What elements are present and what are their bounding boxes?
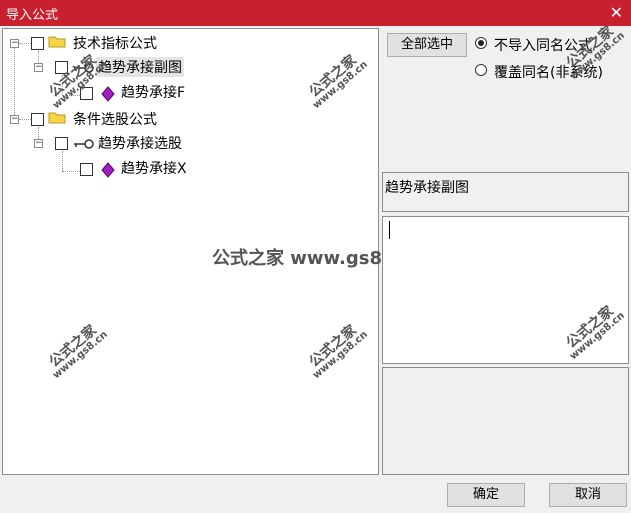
folder-icon [48,36,66,48]
collapse-icon[interactable]: − [34,63,43,72]
key-icon [74,139,94,149]
title-bar: 导入公式 ✕ [0,0,631,26]
tree-guide-line [62,171,80,172]
tree-guide-line [14,43,15,119]
overwrite-same-radio[interactable] [475,64,487,76]
ok-button[interactable]: 确定 [447,483,525,507]
watermark: 公式之家 www.gs8.cn [43,320,110,382]
close-icon[interactable]: ✕ [610,3,623,22]
tree-formula-label[interactable]: 趋势承接选股 [98,133,182,153]
formula-checkbox[interactable] [55,137,68,150]
tree-leaf-label[interactable]: 趋势承接X [121,158,187,178]
watermark: 公式之家 www.gs8.cn [303,50,370,112]
diamond-icon [101,86,115,102]
text-cursor [389,221,390,239]
tree-guide-line [62,151,63,171]
collapse-icon[interactable]: − [10,39,19,48]
collapse-icon[interactable]: − [10,115,19,124]
tree-group-label[interactable]: 技术指标公式 [73,33,157,53]
watermark: 公式之家 www.gs8.cn [43,50,110,112]
tree-leaf-label[interactable]: 趋势承接F [121,82,185,102]
watermark: 公式之家 www.gs8.cn [303,320,370,382]
formula-name-text: 趋势承接副图 [385,180,469,196]
leaf-checkbox[interactable] [80,163,93,176]
group-checkbox[interactable] [31,113,44,126]
window-title: 导入公式 [6,8,59,23]
diamond-icon [101,162,115,178]
group-checkbox[interactable] [31,37,44,50]
collapse-icon[interactable]: − [34,139,43,148]
select-all-button[interactable]: 全部选中 [387,33,467,57]
cancel-button[interactable]: 取消 [549,483,627,507]
formula-name-panel: 趋势承接副图 [382,172,629,212]
tree-group-label[interactable]: 条件选股公式 [73,109,157,129]
formula-note-panel [382,367,629,475]
folder-icon [48,112,66,124]
skip-same-radio[interactable] [475,37,487,49]
